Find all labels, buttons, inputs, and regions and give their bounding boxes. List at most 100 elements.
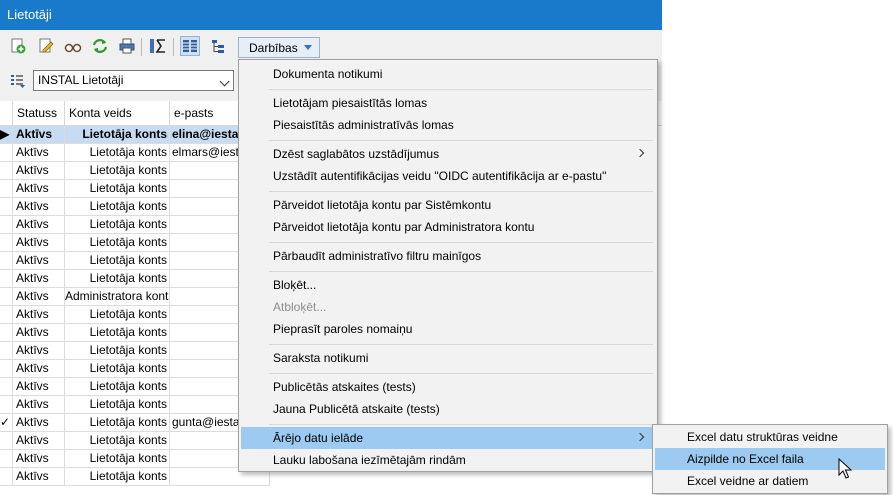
row-marker — [0, 144, 13, 162]
column-header-status[interactable]: Statuss — [13, 101, 65, 126]
row-marker — [0, 432, 13, 450]
account-type-cell: Lietotāja konts — [65, 378, 170, 396]
row-marker — [0, 198, 13, 216]
row-marker — [0, 450, 13, 468]
tree-icon[interactable] — [208, 36, 228, 56]
account-type-cell: Lietotāja konts — [65, 180, 170, 198]
row-marker — [0, 360, 13, 378]
menu-item-published-reports[interactable]: Publicētās atskaites (tests) — [241, 376, 655, 398]
status-cell: Aktīvs — [13, 252, 65, 270]
menu-item-admin-roles[interactable]: Piesaistītās administratīvās lomas — [241, 114, 655, 136]
menu-item-block[interactable]: Bloķēt... — [241, 274, 655, 296]
menu-item-new-published-report[interactable]: Jauna Publicētā atskaite (tests) — [241, 398, 655, 420]
menu-item-label: Dokumenta notikumi — [273, 67, 383, 81]
columns-icon[interactable] — [180, 36, 200, 56]
account-type-cell: Lietotāja konts — [65, 342, 170, 360]
view-icon[interactable] — [63, 36, 83, 56]
row-marker — [0, 234, 13, 252]
menu-item-label: Lietotājam piesaistītās lomas — [273, 96, 428, 110]
menu-item-label: Atbloķēt... — [273, 300, 327, 314]
actions-dropdown-button[interactable]: Darbības — [238, 37, 320, 58]
chevron-down-icon — [219, 76, 230, 87]
menu-item-label: Jauna Publicētā atskaite (tests) — [273, 402, 440, 416]
account-type-cell: Lietotāja konts — [65, 414, 170, 432]
row-marker — [0, 288, 13, 306]
filter-select-value: INSTAL Lietotāji — [38, 73, 124, 87]
status-cell: Aktīvs — [13, 414, 65, 432]
row-marker — [0, 306, 13, 324]
menu-item-request-password-change[interactable]: Pieprasīt paroles nomaiņu — [241, 318, 655, 340]
actions-label: Darbības — [249, 40, 298, 55]
account-type-cell: Lietotāja konts — [65, 450, 170, 468]
menu-item-convert-to-admin[interactable]: Pārveidot lietotāja kontu par Administra… — [241, 216, 655, 238]
status-cell: Aktīvs — [13, 126, 65, 144]
menu-item-label: Lauku labošana iezīmētajām rindām — [273, 453, 466, 467]
status-cell: Aktīvs — [13, 162, 65, 180]
filter-select[interactable]: INSTAL Lietotāji — [33, 70, 234, 91]
print-icon[interactable] — [117, 36, 137, 56]
account-type-cell: Lietotāja konts — [65, 468, 170, 486]
status-cell: Aktīvs — [13, 378, 65, 396]
status-cell: Aktīvs — [13, 198, 65, 216]
menu-item-label: Pārveidot lietotāja kontu par Sistēmkont… — [273, 198, 492, 212]
account-type-cell: Lietotāja konts — [65, 162, 170, 180]
menu-item-external-data-import[interactable]: Ārējo datu ielāde — [241, 427, 655, 449]
row-marker — [0, 378, 13, 396]
submenu-item-label: Excel veidne ar datiem — [687, 474, 809, 488]
status-cell: Aktīvs — [13, 288, 65, 306]
account-type-cell: Lietotāja konts — [65, 396, 170, 414]
menu-item-list-events[interactable]: Saraksta notikumi — [241, 347, 655, 369]
window-title: Lietotāji — [0, 0, 662, 30]
menu-item-delete-settings[interactable]: Dzēst saglabātos uzstādījumus — [241, 143, 655, 165]
account-type-cell: Lietotāja konts — [65, 306, 170, 324]
menu-item-convert-to-system[interactable]: Pārveidot lietotāja kontu par Sistēmkont… — [241, 194, 655, 216]
submenu-item-label: Aizpilde no Excel faila — [687, 452, 804, 466]
menu-item-unblock: Atbloķēt... — [241, 296, 655, 318]
menu-item-label: Pārveidot lietotāja kontu par Administra… — [273, 220, 535, 234]
row-marker — [0, 252, 13, 270]
menu-item-label: Bloķēt... — [273, 278, 317, 292]
account-type-cell: Lietotāja konts — [65, 360, 170, 378]
submenu-item-label: Excel datu struktūras veidne — [687, 430, 838, 444]
status-cell: Aktīvs — [13, 306, 65, 324]
toolbar — [0, 34, 662, 60]
account-type-cell: Administratora konts — [65, 288, 170, 306]
actions-menu: Dokumenta notikumi Lietotājam piesaistīt… — [238, 59, 658, 472]
status-cell: Aktīvs — [13, 360, 65, 378]
account-type-cell: Lietotāja konts — [65, 234, 170, 252]
menu-item-label: Publicētās atskaites (tests) — [273, 380, 416, 394]
submenu-item-excel-template[interactable]: Excel datu struktūras veidne — [655, 426, 885, 448]
menu-item-label: Dzēst saglabātos uzstādījumus — [273, 147, 440, 161]
menu-item-label: Pārbaudīt administratīvo filtru mainīgos — [273, 249, 482, 263]
status-cell: Aktīvs — [13, 432, 65, 450]
menu-item-label: Pieprasīt paroles nomaiņu — [273, 322, 413, 336]
account-type-cell: Lietotāja konts — [65, 144, 170, 162]
menu-item-check-filter-variables[interactable]: Pārbaudīt administratīvo filtru mainīgos — [241, 245, 655, 267]
row-marker: ▶ — [0, 126, 13, 144]
account-type-cell: Lietotāja konts — [65, 198, 170, 216]
sum-icon[interactable] — [148, 36, 168, 56]
row-marker — [0, 324, 13, 342]
refresh-icon[interactable] — [90, 36, 110, 56]
edit-icon[interactable] — [36, 36, 56, 56]
status-cell: Aktīvs — [13, 180, 65, 198]
status-cell: Aktīvs — [13, 324, 65, 342]
row-marker — [0, 396, 13, 414]
chevron-right-icon — [635, 432, 645, 442]
status-cell: Aktīvs — [13, 144, 65, 162]
row-marker — [0, 180, 13, 198]
external-data-submenu: Excel datu struktūras veidne Aizpilde no… — [652, 424, 888, 494]
menu-item-user-roles[interactable]: Lietotājam piesaistītās lomas — [241, 92, 655, 114]
row-marker — [0, 162, 13, 180]
add-icon[interactable] — [8, 36, 28, 56]
status-cell: Aktīvs — [13, 216, 65, 234]
column-header-account-type[interactable]: Konta veids — [65, 101, 170, 126]
status-cell: Aktīvs — [13, 270, 65, 288]
account-type-cell: Lietotāja konts — [65, 252, 170, 270]
filter-list-icon[interactable] — [8, 71, 28, 91]
menu-item-set-oidc-auth[interactable]: Uzstādīt autentifikācijas veidu "OIDC au… — [241, 165, 655, 187]
account-type-cell: Lietotāja konts — [65, 324, 170, 342]
menu-item-document-events[interactable]: Dokumenta notikumi — [241, 63, 655, 85]
status-cell: Aktīvs — [13, 450, 65, 468]
menu-item-bulk-field-edit[interactable]: Lauku labošana iezīmētajām rindām — [241, 449, 655, 471]
